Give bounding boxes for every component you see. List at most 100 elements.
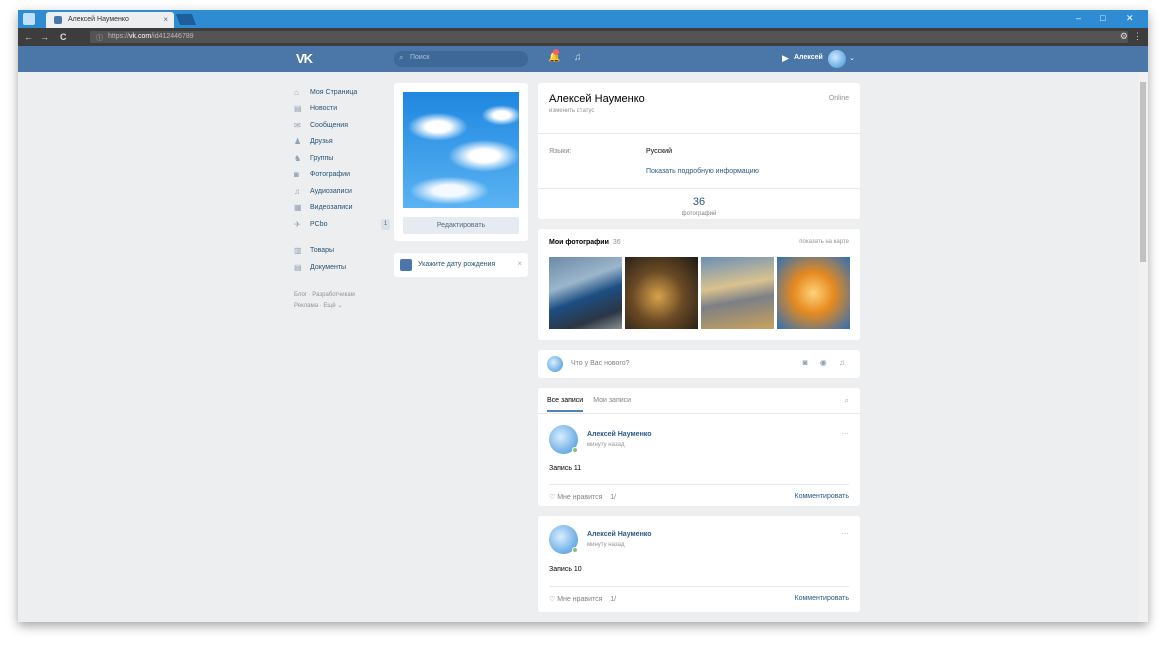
photos-counter[interactable]: 36 xyxy=(538,196,860,208)
show-more-info-link[interactable]: Показать подробную информацию xyxy=(646,168,759,175)
sidebar-item[interactable]: ▤ Новости xyxy=(294,101,390,118)
photo-thumbnail[interactable] xyxy=(701,257,774,329)
header-user-name[interactable]: Алексей xyxy=(794,54,823,61)
profile-info-card: Алексей Науменко изменить статус Online … xyxy=(538,83,860,219)
sidebar-item-label: Моя Страница xyxy=(310,88,358,96)
sidebar-item[interactable]: ▦ Видеозаписи xyxy=(294,200,390,217)
window-close-button[interactable]: ✕ xyxy=(1126,13,1134,24)
browser-toolbar: ← → C ⓘ https://vk.com/id412446789 ⚙ ⋮ xyxy=(18,28,1148,46)
play-icon[interactable]: ▶ xyxy=(782,53,789,64)
post-author[interactable]: Алексей Науменко xyxy=(587,531,651,538)
languages-value[interactable]: Русский xyxy=(646,148,672,155)
sidebar-item-label: Аудиозаписи xyxy=(310,187,352,195)
birthday-prompt-card[interactable]: Укажите дату рождения × xyxy=(394,253,528,277)
sidebar-item-label: Видеозаписи xyxy=(310,204,353,212)
address-bar[interactable]: ⓘ https://vk.com/id412446789 xyxy=(90,31,1128,43)
sidebar-item-icon: ♞ xyxy=(294,153,302,163)
birthday-prompt[interactable]: Укажите дату рождения xyxy=(418,261,495,268)
notification-dot xyxy=(553,49,559,55)
post-time[interactable]: минуту назад xyxy=(587,542,624,548)
post-text: Запись 11 xyxy=(549,465,582,472)
footer-links-line[interactable]: Реклама · Ещё ⌄ xyxy=(294,301,390,312)
sidebar-item[interactable]: ♞ Группы xyxy=(294,150,390,167)
post-avatar[interactable] xyxy=(549,525,578,554)
browser-menu-icon[interactable]: ⋮ xyxy=(1133,31,1142,42)
new-tab-button[interactable] xyxy=(175,14,197,25)
sidebar-item[interactable]: ✈ PCbo 1 xyxy=(294,216,390,233)
search-placeholder: Поиск xyxy=(410,54,430,61)
vk-header: VK ⌕ Поиск 🔔 ♫ ▶ Алексей ⌄ xyxy=(18,46,1148,72)
tab-close-icon[interactable]: × xyxy=(163,15,168,24)
footer-links-line[interactable]: Блог · Разработчикам xyxy=(294,290,390,301)
tab-my-posts[interactable]: Мои записи xyxy=(593,397,631,404)
window-minimize-button[interactable]: – xyxy=(1076,13,1081,23)
like-button[interactable]: ♡ Мне нравится 1/ xyxy=(549,595,616,603)
sidebar-item-label: Документы xyxy=(310,263,347,271)
chevron-down-icon[interactable]: ⌄ xyxy=(849,54,855,62)
comment-button[interactable]: Комментировать xyxy=(795,493,850,500)
music-icon[interactable]: ♫ xyxy=(574,52,582,63)
page-scrollbar[interactable] xyxy=(1138,72,1148,622)
composer-placeholder[interactable]: Что у Вас нового? xyxy=(571,360,630,367)
photos-counter-label[interactable]: фотографий xyxy=(538,211,860,217)
sidebar-item[interactable]: ♫ Аудиозаписи xyxy=(294,183,390,200)
sidebar-item-count-badge: 1 xyxy=(381,219,390,230)
post-more-icon[interactable]: ··· xyxy=(841,529,849,538)
window-maximize-button[interactable]: □ xyxy=(1100,13,1105,23)
sidebar-item-label: Группы xyxy=(310,154,334,162)
header-avatar[interactable] xyxy=(828,50,846,68)
post-time[interactable]: минуту назад xyxy=(587,442,624,448)
photo-thumbnail[interactable] xyxy=(549,257,622,329)
post-more-icon[interactable]: ··· xyxy=(841,429,849,438)
tab-title: Алексей Науменко xyxy=(68,16,129,23)
sidebar-item-icon: ▥ xyxy=(294,246,302,256)
sidebar-item[interactable]: ✉ Сообщения xyxy=(294,117,390,134)
status-prompt[interactable]: изменить статус xyxy=(549,108,594,114)
tab-all-posts[interactable]: Все записи xyxy=(547,397,584,412)
sidebar-item[interactable]: ⌂ Моя Страница xyxy=(294,84,390,101)
reload-button[interactable]: C xyxy=(60,32,67,42)
wall-tabs: Все записи Мои записи xyxy=(547,397,631,412)
my-photos-count: 36 xyxy=(612,239,621,246)
post-avatar[interactable] xyxy=(549,425,578,454)
sidebar-item-icon: ⌂ xyxy=(294,87,299,97)
sidebar-item[interactable]: ◙ Фотографии xyxy=(294,167,390,184)
left-menu: ⌂ Моя Страница ▤ Новости ✉ Сообщения ♟ Друзья ♞ Г… xyxy=(294,84,390,312)
sidebar-item-icon: ✉ xyxy=(294,120,301,130)
sidebar-item-icon: ▦ xyxy=(294,203,302,213)
notifications-bell-icon[interactable]: 🔔 xyxy=(548,49,560,63)
show-on-map-link[interactable]: показать на карте xyxy=(799,239,849,245)
photo-thumbnail[interactable] xyxy=(777,257,850,329)
browser-window: Алексей Науменко × – □ ✕ ← → C ⓘ https:/… xyxy=(18,10,1148,622)
url-path: /id412446789 xyxy=(151,33,194,40)
post-composer[interactable]: Что у Вас нового? ◙ ◉ ♫ xyxy=(538,350,860,378)
url-host: vk.com xyxy=(129,33,152,40)
lock-icon: ⓘ xyxy=(96,35,103,42)
vk-logo[interactable]: VK xyxy=(296,51,313,66)
sidebar-item-label: Друзья xyxy=(310,138,333,146)
url-prefix: https:// xyxy=(108,33,130,40)
search-icon: ⌕ xyxy=(399,53,404,62)
search-icon[interactable]: ⌕ xyxy=(845,396,849,406)
browser-tab[interactable]: Алексей Науменко × xyxy=(46,12,174,28)
photo-thumbnail[interactable] xyxy=(625,257,698,329)
sidebar-item[interactable]: ♟ Друзья xyxy=(294,134,390,151)
sidebar-item[interactable]: ▤ Документы xyxy=(294,259,390,276)
like-button[interactable]: ♡ Мне нравится 1/ xyxy=(549,493,616,501)
comment-button[interactable]: Комментировать xyxy=(795,595,850,602)
search-input[interactable]: ⌕ Поиск xyxy=(394,51,528,67)
sidebar-item-icon: ♫ xyxy=(294,186,300,196)
scrollbar-thumb[interactable] xyxy=(1140,82,1146,262)
profile-photo[interactable] xyxy=(403,92,519,208)
back-button[interactable]: ← xyxy=(24,32,33,42)
divider xyxy=(549,586,849,587)
forward-button[interactable]: → xyxy=(40,32,49,42)
attach-icons[interactable]: ◙ ◉ ♫ xyxy=(803,358,850,367)
post-author[interactable]: Алексей Науменко xyxy=(587,431,651,438)
sidebar-item[interactable]: ▥ Товары xyxy=(294,243,390,260)
settings-gear-icon[interactable]: ⚙ xyxy=(1120,31,1128,42)
browser-titlebar: Алексей Науменко × – □ ✕ xyxy=(18,10,1148,28)
edit-profile-button[interactable]: Редактировать xyxy=(403,217,519,234)
my-photos-title[interactable]: Мои фотографии 36 xyxy=(549,239,621,246)
close-icon[interactable]: × xyxy=(517,259,522,268)
